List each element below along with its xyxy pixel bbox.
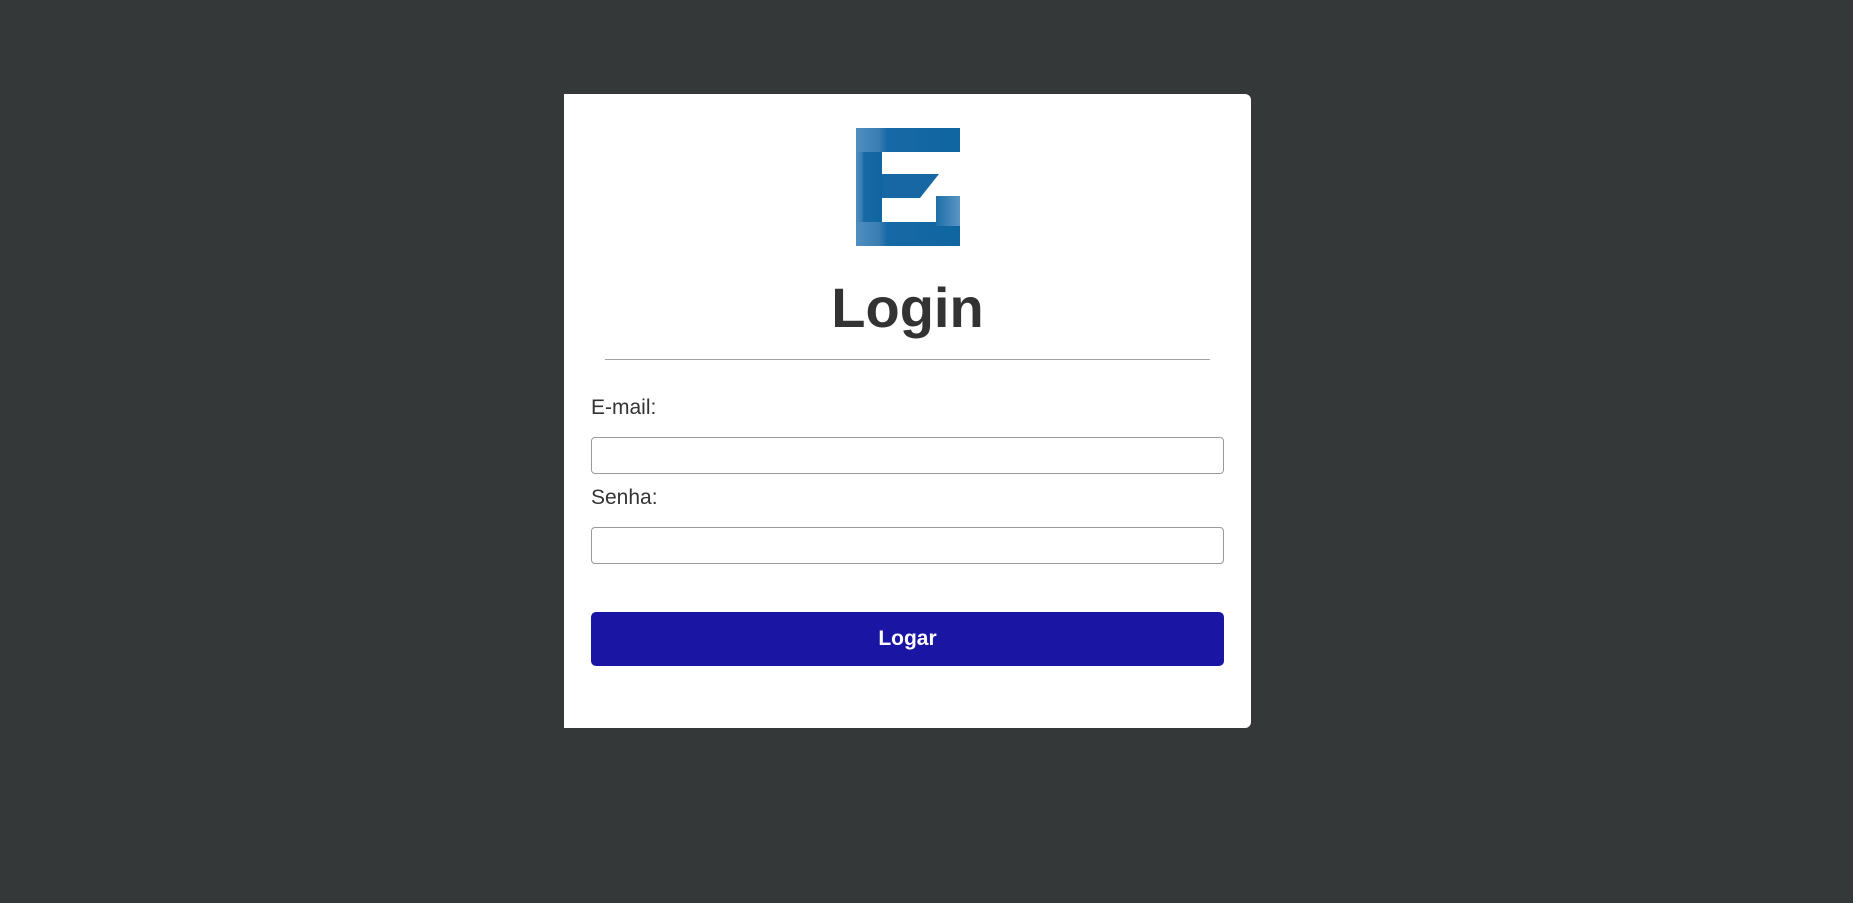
title-divider <box>605 359 1210 360</box>
email-field[interactable] <box>591 437 1224 474</box>
password-label: Senha: <box>591 486 658 509</box>
e-logo-icon <box>856 128 960 246</box>
password-field[interactable] <box>591 527 1224 564</box>
email-label: E-mail: <box>591 396 657 419</box>
login-button[interactable]: Logar <box>591 612 1224 666</box>
login-card: Login E-mail: Senha: Logar <box>564 94 1251 728</box>
page-title: Login <box>831 276 984 339</box>
